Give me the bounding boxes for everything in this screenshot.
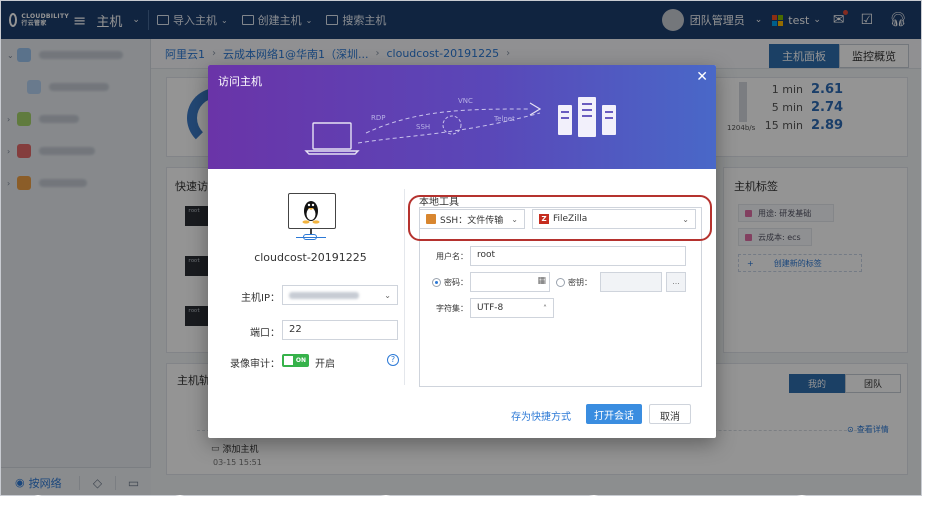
- tux-icon: [302, 201, 320, 224]
- key-input[interactable]: [600, 272, 662, 292]
- key-browse-button[interactable]: ...: [666, 272, 686, 292]
- chevron-up-icon: ˄: [543, 303, 547, 313]
- toggle-on-label: ON: [295, 357, 306, 364]
- protocol-label: SSH: [416, 123, 430, 131]
- key-radio[interactable]: [556, 278, 565, 287]
- charset-select[interactable]: UTF-8 ˄: [470, 298, 554, 318]
- protocol-label: VNC: [458, 97, 473, 105]
- protocol-label: RDP: [371, 114, 385, 122]
- host-ip-blurred-value: [289, 291, 359, 299]
- save-shortcut-link[interactable]: 存为快捷方式: [511, 408, 571, 423]
- key-label: 密钥：: [568, 278, 592, 287]
- connection-illustration: RDP SSH VNC Telnet: [304, 97, 616, 155]
- port-input[interactable]: 22: [282, 320, 398, 340]
- password-label: 密码：: [444, 278, 468, 287]
- record-audit-state: 开启: [315, 359, 335, 370]
- tool-highlight-annotation: [408, 195, 712, 241]
- network-node-icon: [303, 234, 317, 240]
- dialog-header: RDP SSH VNC Telnet 访问主机 ✕: [208, 65, 716, 169]
- host-ip-select[interactable]: ⌄: [282, 285, 398, 305]
- record-audit-label: 录像审计：: [230, 359, 280, 370]
- toggle-knob: [284, 356, 293, 365]
- dialog-title: 访问主机: [218, 75, 262, 88]
- linux-os-icon: [288, 193, 336, 229]
- help-icon[interactable]: ?: [387, 354, 399, 366]
- record-audit-toggle[interactable]: ON: [282, 354, 309, 367]
- open-session-button[interactable]: 打开会话: [586, 404, 642, 424]
- torn-edge: [0, 495, 930, 508]
- port-label: 端口：: [250, 328, 280, 339]
- laptop-icon: [304, 122, 360, 155]
- password-radio[interactable]: [432, 278, 441, 287]
- host-name: cloudcost-20191225: [254, 251, 367, 264]
- charset-label: 字符集：: [436, 304, 468, 313]
- keyboard-icon[interactable]: ▦: [537, 276, 546, 286]
- username-label: 用户名：: [436, 252, 468, 261]
- close-icon[interactable]: ✕: [696, 69, 708, 85]
- chevron-down-icon: ⌄: [384, 290, 391, 300]
- password-input[interactable]: ▦: [470, 272, 550, 292]
- protocol-label: Telnet: [493, 115, 515, 123]
- screen: CLOUDBILITY 行云管家 ≡ 主机 ⌄ 导入主机 ⌄ 创建主机 ⌄ 搜索…: [0, 0, 922, 496]
- access-host-dialog: RDP SSH VNC Telnet 访问主机 ✕ cloudcost-2019…: [208, 65, 716, 438]
- username-input[interactable]: root: [470, 246, 686, 266]
- charset-value: UTF-8: [477, 303, 504, 313]
- host-ip-label: 主机IP：: [241, 293, 280, 304]
- column-divider: [404, 189, 405, 385]
- cancel-button[interactable]: 取消: [649, 404, 691, 424]
